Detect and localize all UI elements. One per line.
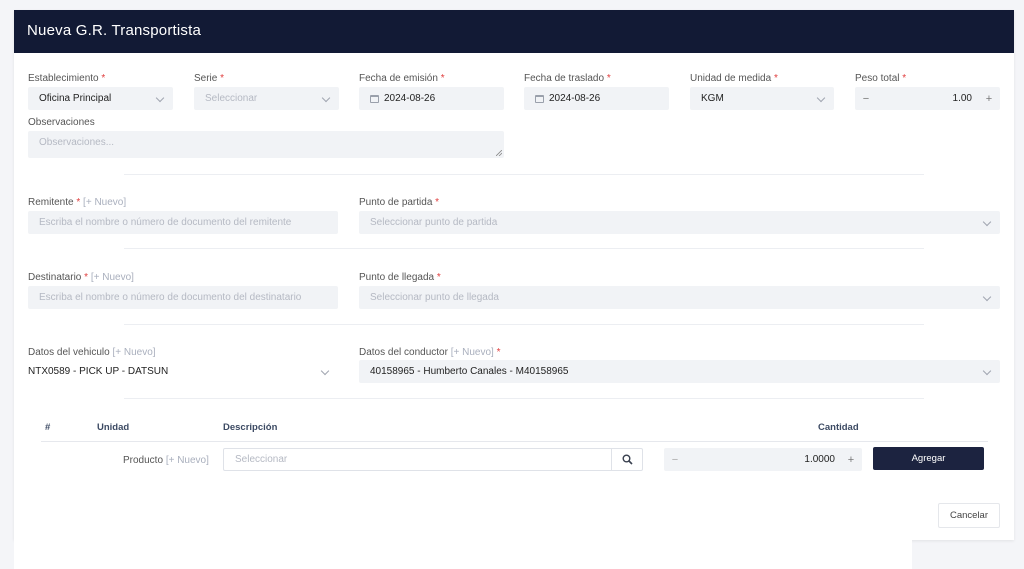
- serie-label: Serie *: [194, 73, 225, 84]
- divider: [124, 248, 924, 249]
- observaciones-label: Observaciones: [28, 117, 95, 128]
- remitente-input[interactable]: Escriba el nombre o número de documento …: [28, 211, 338, 234]
- cantidad-increment-button[interactable]: +: [840, 448, 862, 471]
- resize-handle-icon[interactable]: [496, 150, 502, 156]
- chevron-down-icon: [320, 366, 330, 376]
- punto-partida-select[interactable]: Seleccionar punto de partida: [359, 211, 1000, 234]
- peso-increment-button[interactable]: +: [978, 87, 1000, 110]
- agregar-button[interactable]: Agregar: [873, 447, 984, 470]
- chevron-down-icon: [982, 217, 992, 227]
- vehiculo-value: NTX0589 - PICK UP - DATSUN: [28, 366, 169, 377]
- destinatario-input[interactable]: Escriba el nombre o número de documento …: [28, 286, 338, 309]
- fecha-emision-label: Fecha de emisión *: [359, 73, 445, 84]
- fecha-emision-input[interactable]: 2024-08-26: [359, 87, 504, 110]
- unidad-medida-label: Unidad de medida *: [690, 73, 778, 84]
- establecimiento-label: Establecimiento *: [28, 73, 106, 84]
- bottom-strip: [14, 540, 912, 569]
- table-header-cantidad: Cantidad: [818, 422, 859, 433]
- producto-placeholder: Seleccionar: [235, 454, 288, 465]
- chevron-down-icon: [816, 93, 826, 103]
- fecha-emision-value: 2024-08-26: [384, 93, 436, 104]
- calendar-icon: [535, 94, 544, 103]
- cantidad-stepper[interactable]: − 1.0000 +: [664, 448, 862, 471]
- peso-total-stepper[interactable]: − 1.00 +: [855, 87, 1000, 110]
- producto-nuevo-link[interactable]: [+ Nuevo]: [166, 455, 209, 466]
- remitente-label: Remitente * [+ Nuevo]: [28, 197, 127, 208]
- cantidad-decrement-button[interactable]: −: [664, 448, 686, 471]
- table-header-descripcion: Descripción: [223, 422, 278, 433]
- unidad-medida-select[interactable]: KGM: [690, 87, 834, 110]
- calendar-icon: [370, 94, 379, 103]
- fecha-traslado-value: 2024-08-26: [549, 93, 601, 104]
- conductor-value: 40158965 - Humberto Canales - M40158965: [370, 366, 569, 377]
- producto-label: Producto [+ Nuevo]: [123, 455, 209, 466]
- divider: [124, 174, 924, 175]
- destinatario-label: Destinatario * [+ Nuevo]: [28, 272, 134, 283]
- table-header-divider: [41, 441, 988, 442]
- divider: [124, 398, 924, 399]
- chevron-down-icon: [982, 292, 992, 302]
- producto-search-input[interactable]: Seleccionar: [223, 448, 643, 471]
- destinatario-placeholder: Escriba el nombre o número de documento …: [39, 292, 302, 303]
- table-header-unidad: Unidad: [97, 422, 130, 433]
- establecimiento-value: Oficina Principal: [39, 93, 112, 104]
- vehiculo-select[interactable]: NTX0589 - PICK UP - DATSUN: [28, 360, 338, 383]
- page-title: Nueva G.R. Transportista: [27, 22, 202, 39]
- peso-decrement-button[interactable]: −: [855, 87, 877, 110]
- search-icon: [622, 454, 633, 465]
- destinatario-nuevo-link[interactable]: [+ Nuevo]: [91, 272, 134, 283]
- search-button[interactable]: [611, 449, 642, 470]
- observaciones-placeholder: Observaciones...: [39, 137, 115, 148]
- chevron-down-icon: [982, 366, 992, 376]
- punto-llegada-label: Punto de llegada *: [359, 272, 441, 283]
- chevron-down-icon: [155, 93, 165, 103]
- peso-total-label: Peso total *: [855, 73, 907, 84]
- guide-form-card: Nueva G.R. Transportista Establecimiento…: [14, 10, 1014, 540]
- peso-total-value: 1.00: [952, 93, 972, 104]
- conductor-label: Datos del conductor [+ Nuevo] *: [359, 347, 501, 358]
- chevron-down-icon: [321, 93, 331, 103]
- establecimiento-select[interactable]: Oficina Principal: [28, 87, 173, 110]
- punto-partida-placeholder: Seleccionar punto de partida: [370, 217, 498, 228]
- conductor-select[interactable]: 40158965 - Humberto Canales - M40158965: [359, 360, 1000, 383]
- fecha-traslado-label: Fecha de traslado *: [524, 73, 611, 84]
- vehiculo-nuevo-link[interactable]: [+ Nuevo]: [113, 347, 156, 358]
- conductor-nuevo-link[interactable]: [+ Nuevo]: [451, 347, 494, 358]
- vehiculo-label: Datos del vehiculo [+ Nuevo]: [28, 347, 156, 358]
- remitente-placeholder: Escriba el nombre o número de documento …: [39, 217, 292, 228]
- cancel-button[interactable]: Cancelar: [938, 503, 1000, 528]
- punto-partida-label: Punto de partida *: [359, 197, 440, 208]
- cantidad-value: 1.0000: [804, 454, 835, 465]
- unidad-medida-value: KGM: [701, 93, 724, 104]
- serie-placeholder: Seleccionar: [205, 93, 258, 104]
- serie-select[interactable]: Seleccionar: [194, 87, 339, 110]
- divider: [124, 324, 924, 325]
- punto-llegada-select[interactable]: Seleccionar punto de llegada: [359, 286, 1000, 309]
- punto-llegada-placeholder: Seleccionar punto de llegada: [370, 292, 499, 303]
- table-header-num: #: [45, 422, 51, 433]
- observaciones-textarea[interactable]: Observaciones...: [28, 131, 504, 158]
- fecha-traslado-input[interactable]: 2024-08-26: [524, 87, 669, 110]
- modal-header: Nueva G.R. Transportista: [14, 10, 1014, 53]
- remitente-nuevo-link[interactable]: [+ Nuevo]: [83, 197, 126, 208]
